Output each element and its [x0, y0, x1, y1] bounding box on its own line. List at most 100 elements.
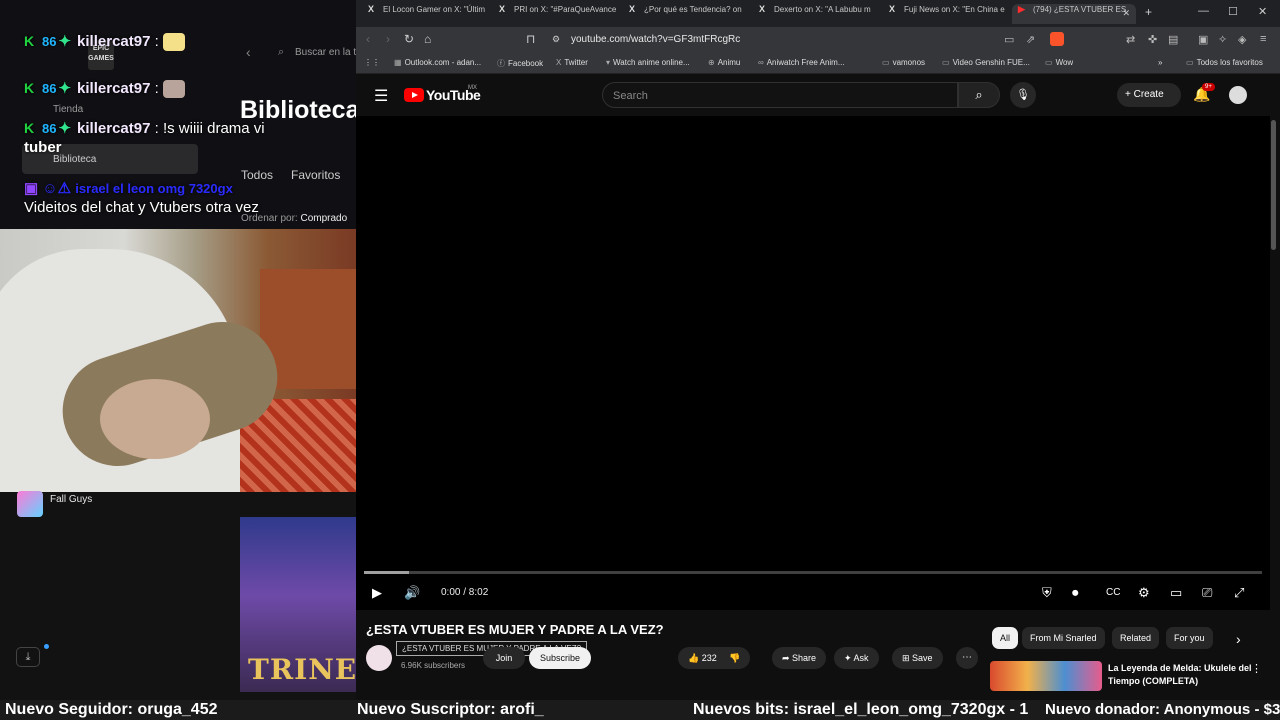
tab-label: El Locon Gamer on X: "Últim: [383, 5, 485, 14]
folder-vamonos[interactable]: ▭ vamonos: [882, 58, 925, 67]
search-button[interactable]: ⌕: [958, 82, 1000, 108]
forward-icon[interactable]: ›: [386, 32, 390, 46]
like-button[interactable]: 👍 232 👎: [678, 647, 751, 669]
browser-tab[interactable]: X ¿Por qué es Tendencia? on: [629, 4, 757, 24]
scrollbar[interactable]: [1271, 120, 1276, 250]
tab-favorites[interactable]: Favoritos: [291, 168, 340, 182]
x-icon: X: [759, 4, 766, 14]
bookmark-facebook[interactable]: ⓕ Facebook: [497, 58, 543, 69]
site-info-icon[interactable]: ⚙: [552, 34, 560, 45]
more-icon[interactable]: ⋯: [956, 647, 978, 669]
bookmark-outlook[interactable]: ▦ Outlook.com - adan...: [394, 58, 481, 67]
folder-all-bookmarks[interactable]: ▭ Todos los favoritos: [1186, 58, 1263, 67]
screen-icon[interactable]: ▭: [1004, 33, 1014, 46]
more-vertical-icon[interactable]: ⋮: [1251, 662, 1262, 675]
fall-guys-icon[interactable]: [17, 491, 43, 517]
tab-label: PRI on X: "#ParaQueAvance: [514, 5, 617, 14]
cast-icon[interactable]: ⎚: [1202, 585, 1212, 601]
menu-icon[interactable]: ≡: [1260, 33, 1266, 45]
browser-tab[interactable]: X Fuji News on X: "En China e: [889, 4, 1007, 24]
bookmark-aniwatch[interactable]: ∞ Aniwatch Free Anim...: [758, 58, 845, 67]
brave-shield-icon[interactable]: [1050, 32, 1064, 46]
dislike-icon[interactable]: 👎: [729, 653, 740, 663]
maximize-icon[interactable]: ☐: [1228, 5, 1238, 18]
ask-button[interactable]: ✦ Ask: [834, 647, 879, 669]
search-placeholder: Search: [613, 90, 648, 102]
game-fallguys[interactable]: Fall Guys: [50, 494, 92, 505]
play-icon[interactable]: ▶: [372, 585, 382, 601]
chat-text-wrap: tuber: [24, 139, 62, 156]
chip-for-you[interactable]: For you: [1166, 627, 1213, 649]
channel-avatar[interactable]: [366, 645, 392, 671]
apps-icon[interactable]: ⋮⋮: [364, 58, 380, 67]
fullscreen-icon[interactable]: ⤢: [1234, 585, 1244, 601]
browser-tab-active[interactable]: ▶ (794) ¿ESTA VTUBER ES ✕: [1012, 4, 1136, 24]
back-icon[interactable]: ‹: [246, 44, 251, 60]
bookmarks-bar: ⋮⋮ ▦ Outlook.com - adan... ⓕ Facebook X Twi…: [356, 52, 1280, 74]
url-input[interactable]: youtube.com/watch?v=GF3mtFRcgRc: [571, 34, 740, 45]
minimize-icon[interactable]: —: [1198, 5, 1209, 17]
search-input[interactable]: Search: [602, 82, 958, 108]
vpn-icon[interactable]: ⇄: [1126, 33, 1135, 46]
mic-icon[interactable]: 🎙: [1010, 82, 1036, 108]
volume-icon[interactable]: 🔊: [404, 585, 420, 601]
emote-icon: [162, 80, 185, 99]
recommended-thumbnail[interactable]: [990, 661, 1102, 691]
search-icon[interactable]: ⌕: [278, 46, 284, 59]
close-icon[interactable]: ✕: [1122, 8, 1130, 19]
chevron-right-icon[interactable]: »: [1158, 58, 1162, 67]
hamburger-icon[interactable]: ☰: [374, 86, 388, 106]
save-button[interactable]: ⊞ Save: [892, 647, 943, 669]
chat-text: Videitos del chat y Vtubers otra vez: [24, 199, 259, 216]
shield-icon[interactable]: ◈: [1238, 33, 1246, 46]
gear-icon[interactable]: ⚙: [1138, 585, 1150, 601]
join-button[interactable]: Join: [483, 647, 525, 669]
badge-icon: K: [24, 120, 35, 136]
ai-icon[interactable]: ✧: [1218, 33, 1227, 46]
captions-icon[interactable]: CC: [1106, 587, 1120, 598]
chat-username: killercat97: [77, 80, 151, 97]
video-player[interactable]: ▶ 🔊 0:00 / 8:02 ⛨ ⏺ CC ⚙ ▭ ⎚ ⤢: [356, 116, 1270, 610]
create-button[interactable]: + Create: [1117, 83, 1181, 107]
wallet-icon[interactable]: ▣: [1198, 33, 1208, 46]
back-icon[interactable]: ‹: [366, 32, 370, 46]
extensions-icon[interactable]: ✜: [1148, 33, 1157, 46]
browser-tab[interactable]: X Dexerto on X: "A Labubu m: [759, 4, 887, 24]
autoplay-icon[interactable]: ⏺: [1072, 585, 1079, 601]
avatar[interactable]: [1229, 86, 1247, 104]
bookmark-twitter[interactable]: X Twitter: [556, 58, 588, 67]
folder-genshin[interactable]: ▭ Video Genshin FUE...: [942, 58, 1030, 67]
bookmark-icon[interactable]: ⊓: [526, 32, 535, 46]
tab-all[interactable]: Todos: [241, 168, 273, 182]
cam-hand: [100, 379, 210, 459]
epic-search-input[interactable]: Buscar en la tie: [295, 47, 356, 58]
share-icon[interactable]: ⇗: [1026, 33, 1035, 46]
browser-tab[interactable]: X PRI on X: "#ParaQueAvance: [499, 4, 627, 24]
share-button[interactable]: ➦ Share: [772, 647, 827, 669]
chip-from-channel[interactable]: From Mi Snarled: [1022, 627, 1105, 649]
chip-all[interactable]: All: [992, 627, 1019, 649]
download-icon[interactable]: ⤓: [16, 647, 40, 667]
theater-icon[interactable]: ▭: [1170, 585, 1182, 601]
close-window-icon[interactable]: ✕: [1258, 5, 1267, 18]
sidebar-item-store[interactable]: Tienda: [53, 104, 83, 115]
reload-icon[interactable]: ↻: [404, 32, 414, 46]
youtube-logo-icon[interactable]: [404, 88, 424, 102]
bookmark-anime[interactable]: ▾ Watch anime online...: [606, 58, 690, 67]
bookmark-animu[interactable]: ⊕ Animu: [708, 58, 740, 67]
progress-bar[interactable]: [364, 571, 1262, 574]
anime-icon: ▾: [606, 58, 611, 67]
home-icon[interactable]: ⌂: [424, 32, 431, 46]
aniwatch-icon: ∞: [758, 58, 764, 67]
chevron-right-icon[interactable]: ›: [1236, 631, 1241, 647]
new-tab-icon[interactable]: +: [1145, 5, 1152, 19]
sidebar-icon[interactable]: ▤: [1168, 33, 1178, 46]
shield-icon[interactable]: ⛨: [1042, 585, 1052, 601]
x-icon: X: [368, 4, 375, 14]
subscribe-button[interactable]: Subscribe: [529, 647, 591, 669]
folder-wow[interactable]: ▭ Wow: [1045, 58, 1073, 67]
chip-related[interactable]: Related: [1112, 627, 1160, 649]
recommended-title[interactable]: La Leyenda de Melda: Ukulele del Tiempo …: [1108, 662, 1258, 688]
browser-tab[interactable]: X El Locon Gamer on X: "Últim: [368, 4, 496, 24]
trine-cover[interactable]: TRINE: [240, 517, 356, 692]
